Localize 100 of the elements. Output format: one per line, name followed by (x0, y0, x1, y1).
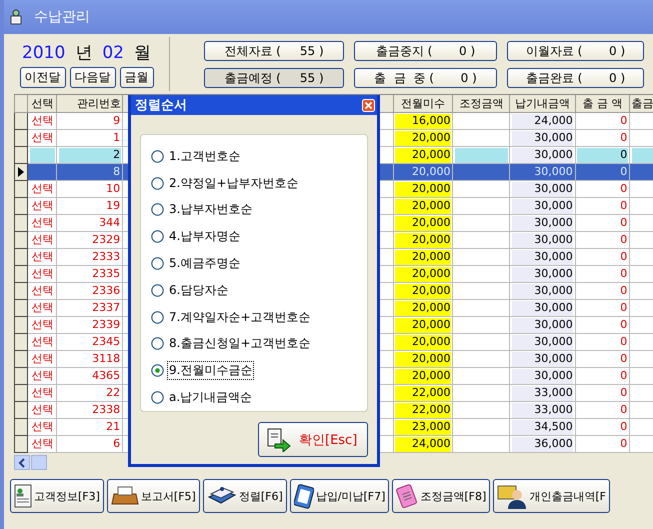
table-cell: 2345 (56, 334, 123, 350)
row-indicator[interactable] (14, 164, 28, 180)
select-cell[interactable]: 선택 (28, 266, 57, 282)
select-cell[interactable]: 선택 (28, 112, 57, 130)
row-indicator[interactable] (14, 436, 28, 452)
select-cell[interactable]: 선택 (28, 282, 57, 300)
close-icon[interactable] (362, 98, 375, 112)
row-indicator[interactable] (14, 198, 28, 214)
table-cell: 34,500 (510, 418, 576, 436)
status-filter-button[interactable]: 전체자료 ( 55 ) (204, 40, 344, 60)
select-cell[interactable]: 선택 (28, 334, 57, 350)
row-indicator[interactable] (14, 248, 28, 266)
option-label[interactable]: a.납기내금액순 (167, 388, 254, 408)
table-cell: 2339 (56, 316, 123, 334)
row-indicator[interactable] (14, 282, 28, 300)
radio-button[interactable] (151, 203, 164, 216)
radio-button[interactable] (151, 150, 164, 163)
status-filter-button[interactable]: 출금완료 ( 0 ) (507, 68, 644, 88)
toolbar-button[interactable]: 개인출금내역[F (493, 479, 610, 513)
radio-button[interactable] (151, 391, 164, 404)
table-cell: 0 (575, 214, 630, 232)
row-indicator[interactable] (14, 130, 28, 146)
table-cell: 20,000 (393, 180, 453, 198)
option-label[interactable]: 4.납부자명순 (167, 227, 242, 246)
select-cell[interactable]: 선택 (28, 214, 57, 232)
month-value: 02 (102, 42, 124, 62)
radio-button[interactable] (151, 176, 164, 190)
column-header: 관리번호 (56, 95, 123, 112)
confirm-button[interactable]: 확인[Esc] (258, 422, 368, 457)
select-cell[interactable]: 선택 (28, 130, 57, 146)
table-cell: 30,000 (510, 350, 576, 368)
option-label[interactable]: 9.전월미수금순 (167, 361, 254, 380)
table-cell: 33,000 (510, 402, 576, 418)
select-cell[interactable]: 선택 (28, 180, 57, 198)
row-indicator[interactable] (14, 300, 28, 316)
id-card-icon (14, 484, 32, 508)
radio-button[interactable] (151, 230, 164, 244)
table-cell: 0 (575, 112, 630, 130)
row-indicator[interactable] (14, 180, 28, 198)
select-cell[interactable]: 선택 (28, 350, 57, 368)
select-cell[interactable]: 선택 (28, 384, 57, 402)
row-indicator[interactable] (14, 266, 28, 282)
select-cell[interactable] (28, 164, 57, 180)
table-cell: 0 (575, 334, 630, 350)
select-cell[interactable]: 선택 (28, 300, 57, 316)
status-filter-button[interactable]: 출금중지 ( 0 ) (354, 40, 497, 60)
radio-button[interactable] (151, 337, 164, 350)
table-cell: 30,000 (510, 316, 576, 334)
scroll-left-button[interactable] (14, 455, 30, 470)
row-indicator[interactable] (14, 418, 28, 436)
column-header: 납기내금액 (510, 95, 576, 112)
table-cell: 20,000 (393, 368, 453, 384)
radio-button[interactable] (151, 284, 164, 297)
select-cell[interactable]: 선택 (28, 418, 57, 436)
row-indicator[interactable] (14, 146, 28, 164)
table-cell: 20,000 (393, 130, 453, 146)
month-nav-button[interactable]: 이전달 (20, 66, 66, 88)
toolbar-button[interactable]: 고객정보[F3] (10, 479, 104, 513)
option-label[interactable]: 3.납부자번호순 (167, 200, 254, 220)
select-cell[interactable]: 선택 (28, 316, 57, 334)
radio-button[interactable] (151, 257, 164, 270)
table-cell: 2333 (56, 248, 123, 266)
select-cell[interactable]: 선택 (28, 436, 57, 452)
select-cell[interactable]: 선택 (28, 198, 57, 214)
row-indicator[interactable] (14, 384, 28, 402)
select-cell[interactable]: 선택 (28, 402, 57, 418)
row-indicator[interactable] (14, 316, 28, 334)
option-label[interactable]: 8.출금신청일+고객번호순 (167, 334, 313, 354)
toolbar-button[interactable]: 납입/미납[F7] (290, 479, 390, 513)
option-label[interactable]: 5.예금주명순 (167, 254, 242, 274)
toolbar-button[interactable]: 조정금액[F8] (392, 479, 490, 513)
row-indicator[interactable] (14, 214, 28, 232)
select-cell[interactable] (28, 146, 57, 164)
window-title: 수납관리 (34, 8, 90, 26)
row-indicator[interactable] (14, 232, 28, 248)
month-nav-button[interactable]: 금월 (120, 66, 154, 88)
option-label[interactable]: 1.고객번호순 (167, 146, 242, 166)
option-label[interactable]: 7.계약일자순+고객번호순 (167, 308, 313, 327)
status-filter-button[interactable]: 출금예정 ( 55 ) (204, 68, 344, 88)
row-indicator[interactable] (14, 112, 28, 130)
status-filter-button[interactable]: 이월자료 ( 0 ) (507, 40, 644, 60)
select-cell[interactable]: 선택 (28, 232, 57, 248)
toolbar-button[interactable]: 정렬[F6] (202, 479, 287, 513)
exit-arrow-icon (267, 428, 291, 452)
radio-button[interactable] (151, 310, 164, 324)
option-label[interactable]: 2.약정일+납부자번호순 (167, 174, 301, 193)
row-indicator[interactable] (14, 402, 28, 418)
scrollbar-thumb[interactable] (31, 455, 47, 470)
row-indicator[interactable] (14, 368, 28, 384)
select-cell[interactable]: 선택 (28, 248, 57, 266)
status-filter-button[interactable]: 출 금 중 ( 0 ) (354, 68, 497, 88)
radio-button[interactable] (151, 364, 164, 378)
select-cell[interactable]: 선택 (28, 368, 57, 384)
month-nav-button[interactable]: 다음달 (70, 66, 116, 88)
table-cell: 20,000 (393, 300, 453, 316)
row-indicator[interactable] (14, 334, 28, 350)
row-indicator[interactable] (14, 350, 28, 368)
column-header: 선택 (28, 95, 57, 112)
table-cell: 0 (575, 130, 630, 146)
toolbar-button[interactable]: 보고서[F5] (106, 479, 200, 513)
